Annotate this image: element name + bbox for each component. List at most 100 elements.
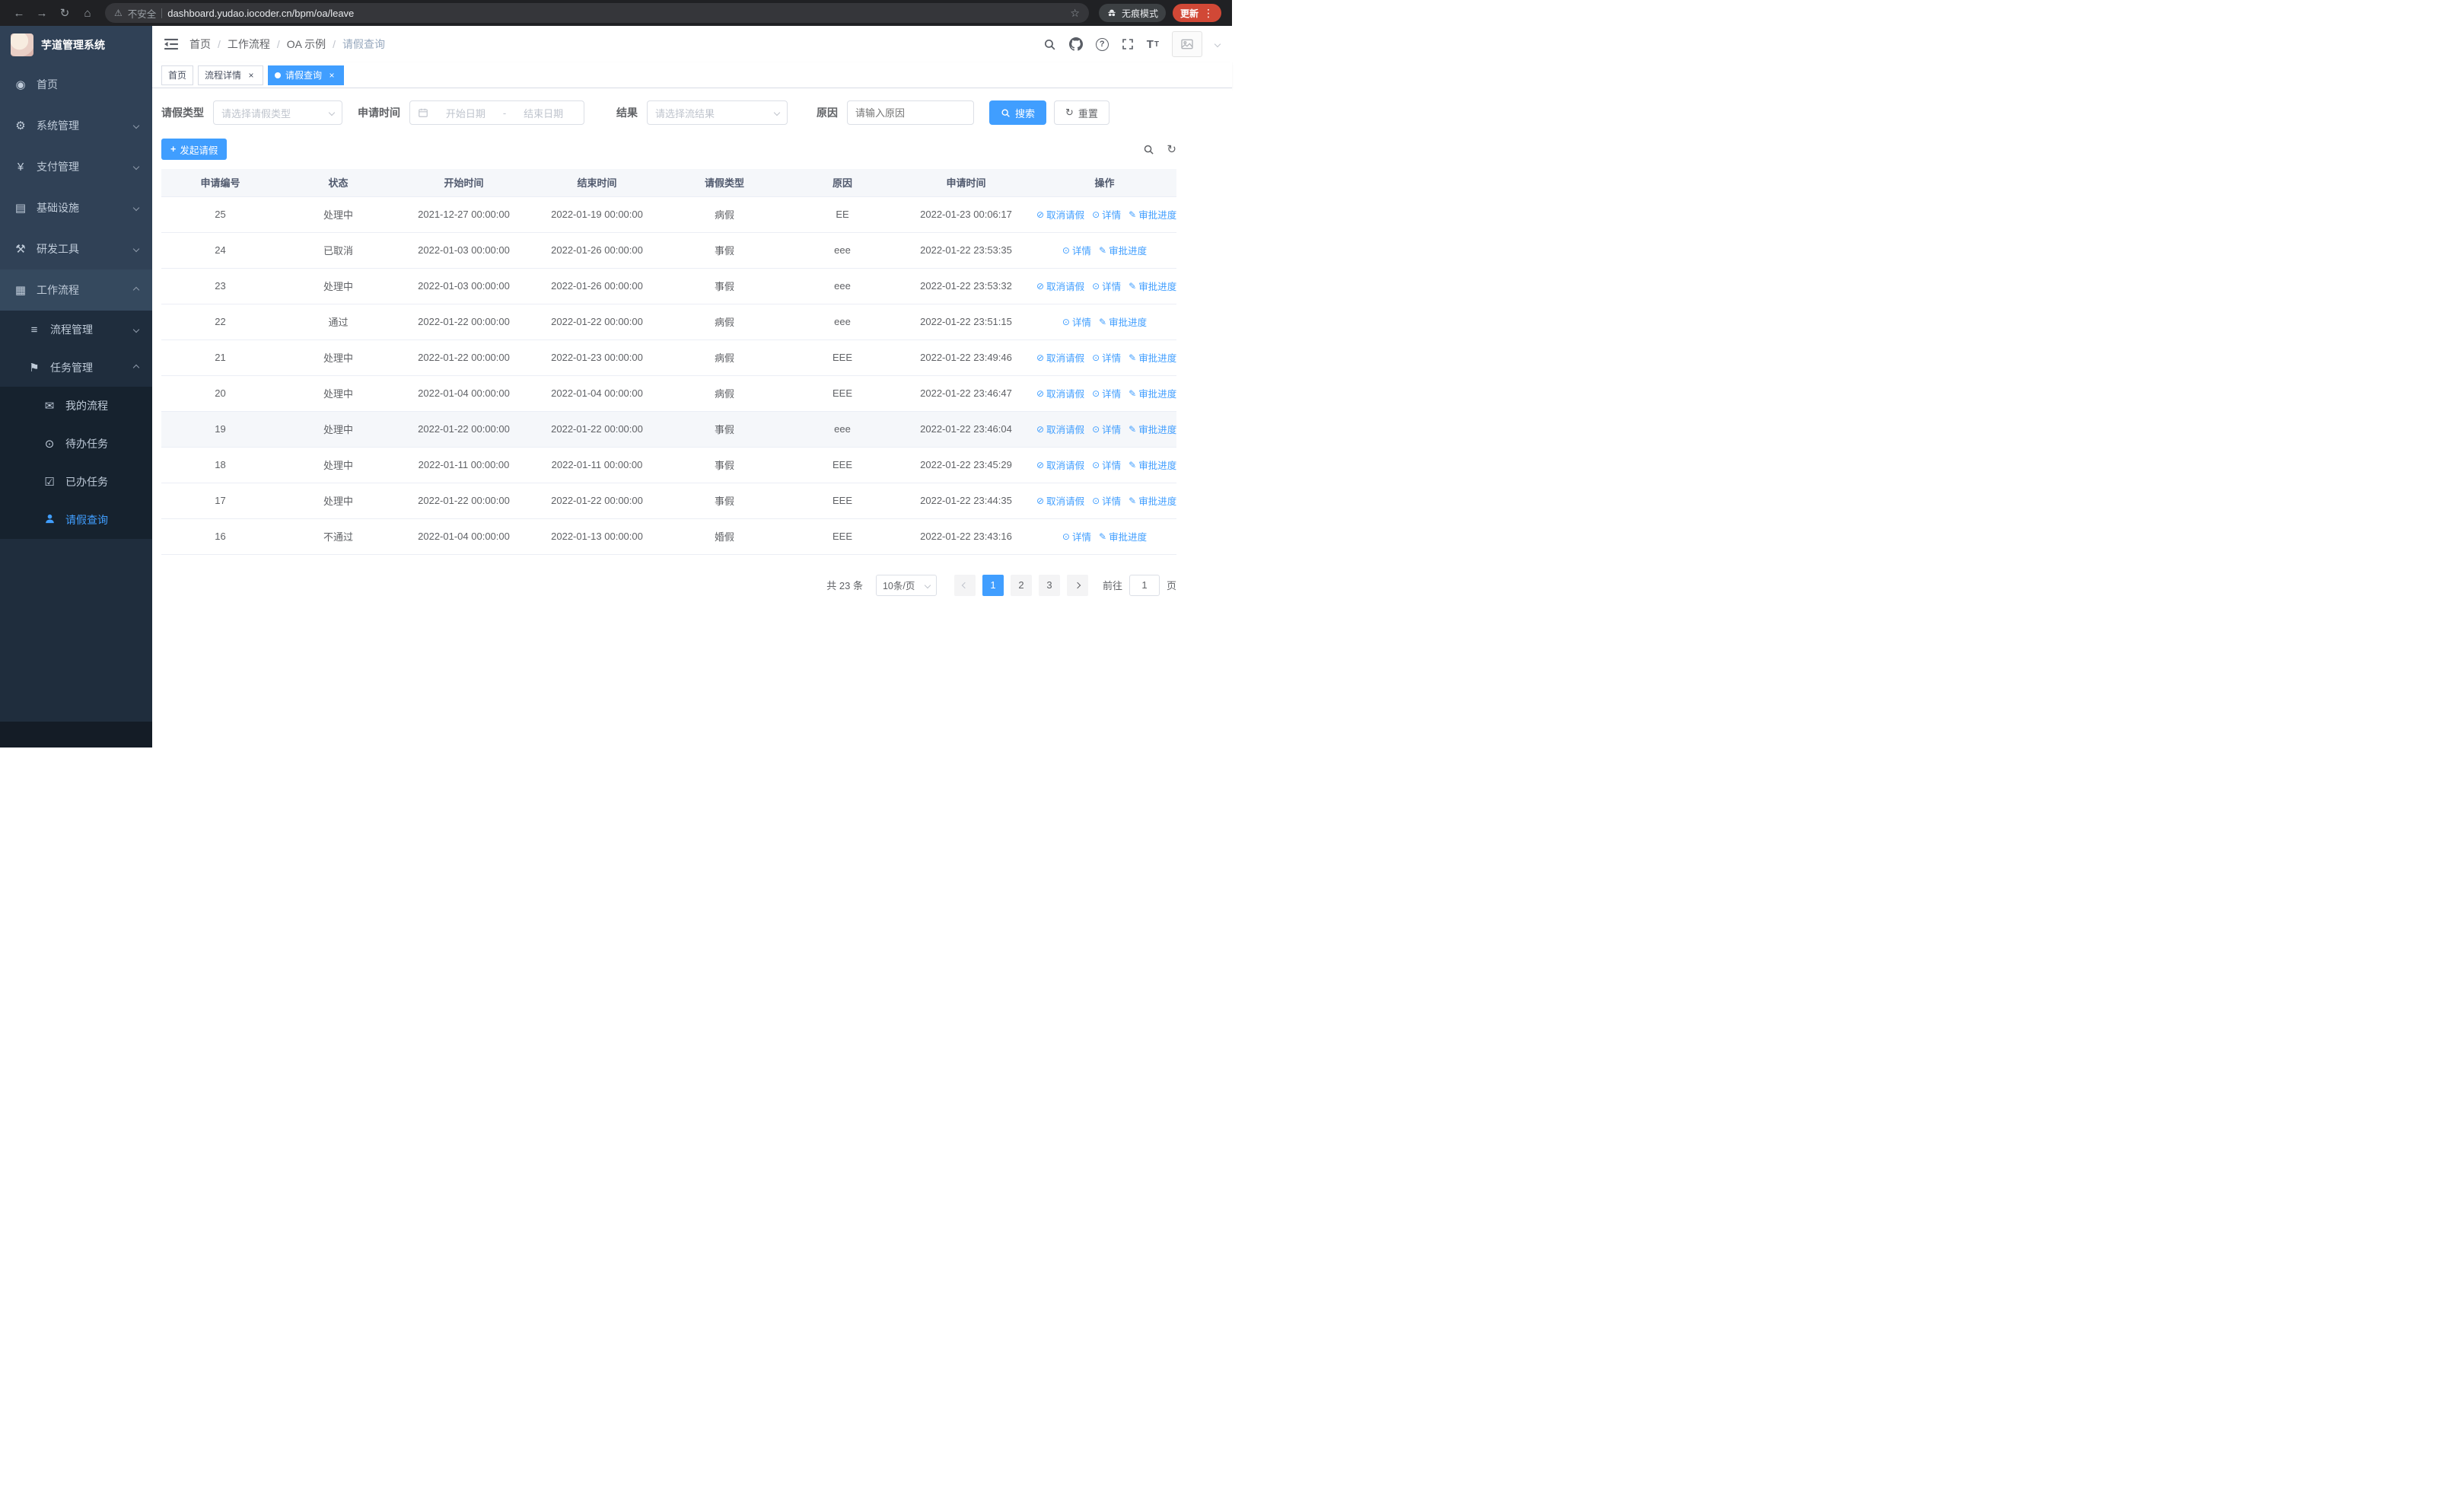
sidebar-item-done-tasks[interactable]: 已办任务 xyxy=(0,463,152,501)
breadcrumb-item[interactable]: 工作流程 xyxy=(228,37,270,52)
detail-link[interactable]: 详情 xyxy=(1092,207,1121,222)
range-separator: - xyxy=(502,107,507,119)
chevron-down-icon xyxy=(132,122,140,129)
close-tab-icon[interactable] xyxy=(246,70,256,81)
sidebar-item-leave-query[interactable]: 请假查询 xyxy=(0,501,152,539)
select-placeholder: 请选择请假类型 xyxy=(221,107,291,120)
address-bar[interactable]: 不安全 dashboard.yudao.iocoder.cn/bpm/oa/le… xyxy=(105,3,1089,23)
sidebar-item-workflow[interactable]: 工作流程 xyxy=(0,269,152,311)
home-icon[interactable] xyxy=(76,3,99,23)
reason-input[interactable] xyxy=(847,100,974,125)
approval-progress-link[interactable]: 审批进度 xyxy=(1129,493,1176,508)
table-cell: 处理中 xyxy=(279,447,397,483)
cancel-leave-link[interactable]: 取消请假 xyxy=(1036,386,1084,400)
menu-dots-icon[interactable] xyxy=(1203,7,1214,20)
sidebar-item-system[interactable]: 系统管理 xyxy=(0,105,152,146)
sidebar-item-process-management[interactable]: 流程管理 xyxy=(0,311,152,349)
eye-icon xyxy=(1092,352,1100,363)
bookmark-star-icon[interactable] xyxy=(1070,7,1080,20)
sidebar-item-infrastructure[interactable]: 基础设施 xyxy=(0,187,152,228)
cancel-leave-link[interactable]: 取消请假 xyxy=(1036,457,1084,472)
prev-page-button[interactable] xyxy=(953,574,976,596)
search-icon[interactable] xyxy=(1043,38,1056,51)
table-cell: 病假 xyxy=(664,196,785,233)
sidebar-item-label: 支付管理 xyxy=(37,161,79,173)
detail-link[interactable]: 详情 xyxy=(1092,386,1121,400)
detail-link[interactable]: 详情 xyxy=(1062,243,1091,257)
cancel-leave-link[interactable]: 取消请假 xyxy=(1036,350,1084,365)
approval-progress-link[interactable]: 审批进度 xyxy=(1099,314,1147,329)
apply-time-range-picker[interactable]: 开始日期 - 结束日期 xyxy=(409,100,584,125)
edit-icon xyxy=(1129,424,1136,435)
approval-progress-link[interactable]: 审批进度 xyxy=(1129,422,1176,436)
caret-down-icon[interactable] xyxy=(1214,40,1221,48)
user-avatar[interactable] xyxy=(1172,31,1202,57)
cancel-leave-link[interactable]: 取消请假 xyxy=(1036,207,1084,222)
close-tab-icon[interactable] xyxy=(326,70,337,81)
update-button[interactable]: 更新 xyxy=(1172,4,1221,22)
search-button[interactable]: 搜索 xyxy=(989,100,1047,125)
active-tab-dot xyxy=(275,72,282,78)
page-button-1[interactable]: 1 xyxy=(982,574,1004,596)
breadcrumb-item[interactable]: 首页 xyxy=(189,37,211,52)
edit-icon xyxy=(1129,209,1136,220)
approval-progress-link[interactable]: 审批进度 xyxy=(1129,207,1176,222)
approval-progress-link[interactable]: 审批进度 xyxy=(1129,279,1176,293)
approval-progress-link[interactable]: 审批进度 xyxy=(1099,529,1147,543)
detail-link[interactable]: 详情 xyxy=(1092,279,1121,293)
table-row: 24 已取消 2022-01-03 00:00:00 2022-01-26 00:00… xyxy=(161,232,1176,269)
pagination: 共 23 条 10条/页 1 2 3 前往 页 xyxy=(161,574,1176,596)
divider xyxy=(161,8,163,18)
approval-progress-link[interactable]: 审批进度 xyxy=(1129,386,1176,400)
sidebar-item-pending-tasks[interactable]: 待办任务 xyxy=(0,425,152,463)
reset-button[interactable]: 重置 xyxy=(1054,100,1109,125)
detail-link[interactable]: 详情 xyxy=(1092,457,1121,472)
sidebar-item-task-management[interactable]: 任务管理 xyxy=(0,349,152,387)
breadcrumb-item[interactable]: OA 示例 xyxy=(287,37,326,52)
forward-icon[interactable] xyxy=(30,3,53,23)
chevron-down-icon xyxy=(132,326,140,333)
sidebar-item-home[interactable]: 首页 xyxy=(0,64,152,105)
approval-progress-link[interactable]: 审批进度 xyxy=(1099,243,1147,257)
sidebar-toggle-icon[interactable] xyxy=(164,38,178,50)
cancel-leave-link[interactable]: 取消请假 xyxy=(1036,493,1084,508)
approval-progress-link[interactable]: 审批进度 xyxy=(1129,350,1176,365)
detail-link[interactable]: 详情 xyxy=(1092,422,1121,436)
back-icon[interactable] xyxy=(8,3,30,23)
font-size-icon[interactable] xyxy=(1147,38,1159,51)
result-select[interactable]: 请选择流结果 xyxy=(647,100,788,125)
cancel-leave-link[interactable]: 取消请假 xyxy=(1036,422,1084,436)
detail-link[interactable]: 详情 xyxy=(1062,314,1091,329)
detail-link[interactable]: 详情 xyxy=(1092,350,1121,365)
detail-link[interactable]: 详情 xyxy=(1062,529,1091,543)
detail-link[interactable]: 详情 xyxy=(1092,493,1121,508)
reload-icon[interactable] xyxy=(53,3,76,23)
search-toggle-icon[interactable] xyxy=(1143,144,1154,155)
app-logo: 芋道管理系统 xyxy=(0,26,152,64)
filter-bar: 请假类型 请选择请假类型 申请时间 开始日期 - 结束日期 结果 请选择流结果 … xyxy=(161,100,1176,125)
next-page-button[interactable] xyxy=(1066,574,1088,596)
sidebar-item-devtools[interactable]: 研发工具 xyxy=(0,228,152,269)
sidebar-item-my-processes[interactable]: 我的流程 xyxy=(0,387,152,425)
create-leave-button[interactable]: 发起请假 xyxy=(161,139,228,160)
cancel-leave-link[interactable]: 取消请假 xyxy=(1036,279,1084,293)
dashboard-icon xyxy=(14,78,27,91)
fullscreen-icon[interactable] xyxy=(1122,38,1134,50)
page-button-3[interactable]: 3 xyxy=(1038,574,1060,596)
goto-page-input[interactable] xyxy=(1129,574,1160,596)
page-button-2[interactable]: 2 xyxy=(1010,574,1032,596)
tab-process-detail[interactable]: 流程详情 xyxy=(198,65,264,85)
table-cell: 病假 xyxy=(664,375,785,412)
infrastructure-icon xyxy=(14,201,27,215)
chevron-down-icon xyxy=(132,163,140,171)
page-size-select[interactable]: 10条/页 xyxy=(875,574,937,596)
refresh-icon[interactable] xyxy=(1167,142,1176,156)
tab-home[interactable]: 首页 xyxy=(161,65,194,85)
help-icon[interactable] xyxy=(1095,37,1109,51)
approval-progress-link[interactable]: 审批进度 xyxy=(1129,457,1176,472)
github-icon[interactable] xyxy=(1068,37,1083,51)
tab-leave-query[interactable]: 请假查询 xyxy=(268,65,345,85)
leave-type-select[interactable]: 请选择请假类型 xyxy=(213,100,342,125)
sidebar-item-payment[interactable]: 支付管理 xyxy=(0,146,152,187)
sidebar-collapse-bar[interactable] xyxy=(0,722,152,748)
